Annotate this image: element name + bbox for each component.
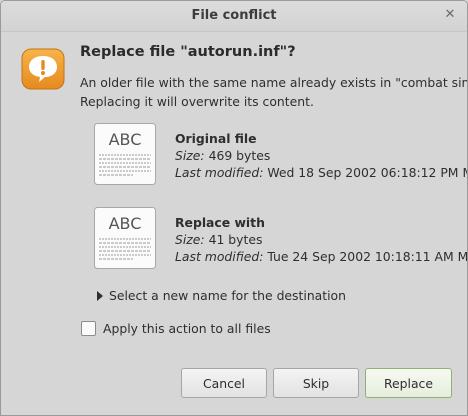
apply-all-checkbox[interactable] bbox=[81, 321, 96, 336]
replacement-file-label: Replace with bbox=[175, 215, 265, 230]
size-value: 41 bytes bbox=[208, 232, 263, 247]
original-file-info: Original file Size: 469 bytes Last modif… bbox=[175, 130, 468, 181]
close-icon[interactable]: ✕ bbox=[441, 6, 459, 24]
apply-all-row[interactable]: Apply this action to all files bbox=[81, 321, 271, 336]
apply-all-label[interactable]: Apply this action to all files bbox=[103, 321, 271, 336]
replacement-file-size: Size: 41 bytes bbox=[175, 231, 467, 248]
cancel-button[interactable]: Cancel bbox=[181, 368, 267, 398]
dialog-heading: Replace file "autorun.inf"? bbox=[80, 44, 296, 60]
description-line: Replacing it will overwrite its content. bbox=[80, 94, 314, 109]
modified-label: Last modified: bbox=[175, 165, 264, 180]
replace-button[interactable]: Replace bbox=[365, 368, 452, 398]
size-label: Size: bbox=[175, 148, 205, 163]
size-value: 469 bytes bbox=[208, 148, 271, 163]
original-file-size: Size: 469 bytes bbox=[175, 147, 467, 164]
modified-value: Tue 24 Sep 2002 10:18:11 AM MST bbox=[267, 249, 468, 264]
text-document-icon: ABC bbox=[94, 123, 156, 185]
modified-value: Wed 18 Sep 2002 06:18:12 PM MST bbox=[267, 165, 468, 180]
warning-icon bbox=[21, 48, 65, 90]
rename-expander[interactable]: Select a new name for the destination bbox=[97, 288, 346, 303]
expander-label: Select a new name for the destination bbox=[109, 288, 346, 303]
size-label: Size: bbox=[175, 232, 205, 247]
document-icon-text: ABC bbox=[109, 130, 142, 149]
window-title: File conflict bbox=[191, 8, 277, 23]
replacement-file-modified: Last modified: Tue 24 Sep 2002 10:18:11 … bbox=[175, 248, 468, 265]
title-bar[interactable]: File conflict ✕ bbox=[1, 1, 467, 32]
expander-arrow-icon bbox=[97, 291, 103, 301]
original-file-label: Original file bbox=[175, 131, 257, 146]
skip-button[interactable]: Skip bbox=[273, 368, 359, 398]
text-document-icon: ABC bbox=[94, 207, 156, 269]
file-conflict-dialog: File conflict ✕ Replace file "autorun.in… bbox=[0, 0, 468, 416]
dialog-description: An older file with the same name already… bbox=[80, 73, 468, 111]
original-file-modified: Last modified: Wed 18 Sep 2002 06:18:12 … bbox=[175, 164, 468, 181]
document-icon-text: ABC bbox=[109, 214, 142, 233]
modified-label: Last modified: bbox=[175, 249, 264, 264]
replacement-file-info: Replace with Size: 41 bytes Last modifie… bbox=[175, 214, 468, 265]
description-line: An older file with the same name already… bbox=[80, 75, 468, 90]
